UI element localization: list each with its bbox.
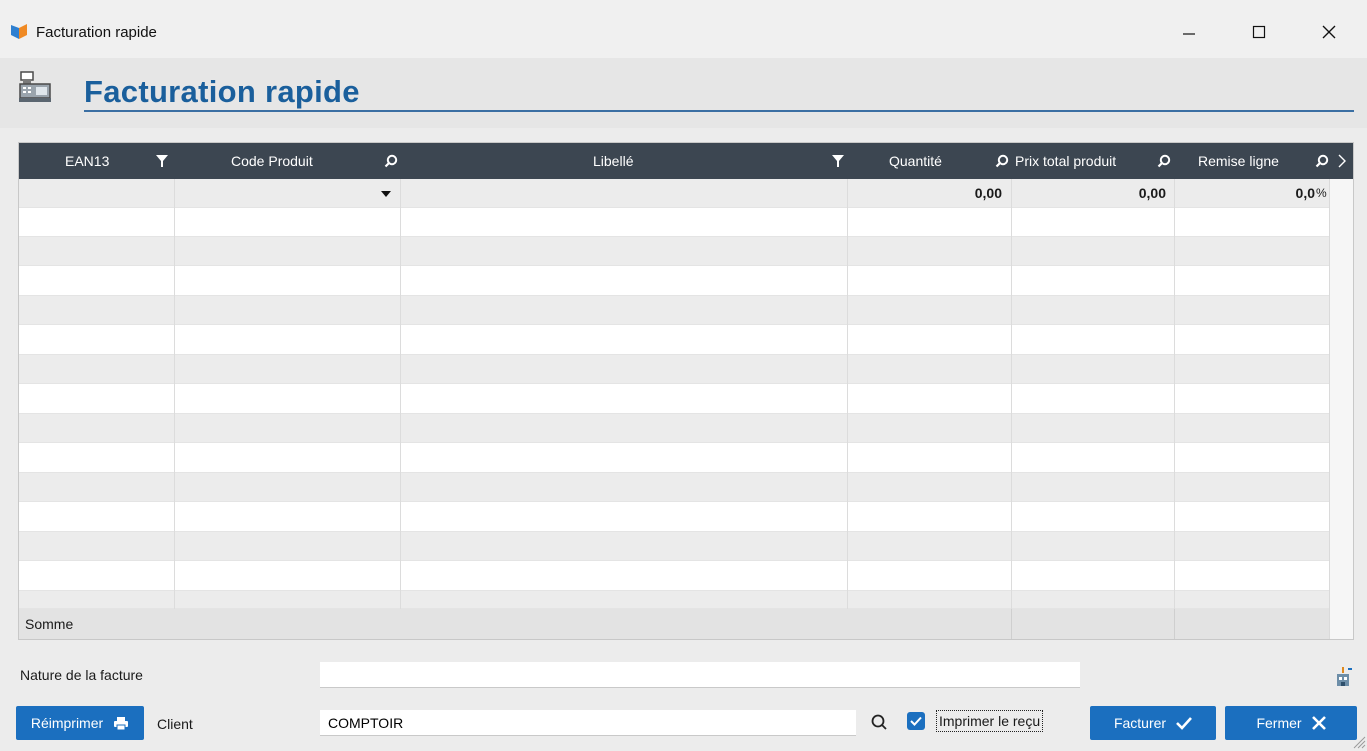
resize-grip-icon[interactable] (1350, 733, 1366, 749)
search-icon[interactable] (384, 154, 398, 168)
invoice-label: Facturer (1113, 715, 1167, 731)
dropdown-arrow-icon[interactable] (380, 190, 392, 198)
column-label: Prix total produit (1015, 153, 1117, 169)
search-icon[interactable] (870, 713, 888, 731)
table-row[interactable] (19, 208, 1329, 237)
window-titlebar: Facturation rapide (0, 0, 1367, 59)
total-remise-cell (1174, 609, 1330, 639)
column-header-remise-ligne[interactable]: Remise ligne (1174, 143, 1329, 179)
table-row[interactable] (19, 296, 1329, 325)
wizard-icon[interactable] (1331, 666, 1355, 688)
maximize-button[interactable] (1236, 16, 1282, 48)
print-receipt-label[interactable]: Imprimer le reçu (936, 710, 1044, 732)
page-header: Facturation rapide (0, 58, 1367, 128)
totals-label: Somme (25, 616, 74, 632)
table-row[interactable] (19, 237, 1329, 266)
nature-label: Nature de la facture (20, 667, 143, 683)
column-label: Libellé (593, 153, 634, 169)
total-prix-cell (1011, 609, 1175, 639)
column-header-quantite[interactable]: Quantité (847, 143, 1011, 179)
column-divider (400, 179, 401, 617)
close-icon (1322, 25, 1336, 39)
close-label: Fermer (1256, 715, 1302, 731)
nature-input[interactable] (320, 662, 1080, 688)
scroll-columns-right-icon[interactable] (1337, 154, 1347, 168)
column-header-prix-total[interactable]: Prix total produit (1011, 143, 1174, 179)
remise-unit: % (1316, 186, 1327, 200)
minimize-icon (1183, 33, 1195, 35)
invoice-button[interactable]: Facturer (1090, 706, 1216, 740)
vertical-scrollbar[interactable] (1329, 179, 1353, 639)
print-receipt-checkbox[interactable] (907, 712, 925, 730)
column-divider (847, 179, 848, 617)
table-row[interactable] (19, 503, 1329, 532)
column-divider (174, 179, 175, 617)
filter-icon[interactable] (831, 154, 845, 168)
close-button[interactable]: Fermer (1225, 706, 1357, 740)
checkmark-icon (910, 716, 922, 726)
search-icon[interactable] (995, 154, 1009, 168)
table-row[interactable] (19, 414, 1329, 443)
client-input[interactable] (320, 710, 856, 736)
table-row[interactable] (19, 267, 1329, 296)
app-logo-icon (11, 24, 27, 39)
table-row[interactable] (19, 591, 1329, 609)
table-row[interactable] (19, 444, 1329, 473)
invoice-lines-grid[interactable]: EAN13 Code Produit Libellé Quantité Prix… (18, 142, 1354, 640)
column-label: Quantité (889, 153, 942, 169)
table-row[interactable] (19, 473, 1329, 502)
column-divider (1174, 179, 1175, 617)
column-label: Remise ligne (1198, 153, 1279, 169)
totals-row: Somme (19, 609, 1329, 639)
close-window-button[interactable] (1306, 16, 1352, 48)
title-underline (84, 110, 1354, 112)
reprint-label: Réimprimer (30, 715, 104, 731)
column-divider (1011, 179, 1012, 617)
table-row[interactable] (19, 532, 1329, 561)
column-header-ean13[interactable]: EAN13 (19, 143, 174, 179)
check-icon (1176, 717, 1193, 730)
prix-total-cell[interactable]: 0,00 (1011, 179, 1166, 208)
column-label: Code Produit (231, 153, 313, 169)
remise-value-cell[interactable]: 0,0 (1174, 179, 1315, 208)
table-row[interactable] (19, 326, 1329, 355)
column-header-code-produit[interactable]: Code Produit (174, 143, 400, 179)
table-row[interactable] (19, 562, 1329, 591)
table-row[interactable] (19, 385, 1329, 414)
grid-header: EAN13 Code Produit Libellé Quantité Prix… (19, 143, 1353, 179)
minimize-button[interactable] (1166, 16, 1212, 48)
filter-icon[interactable] (155, 154, 169, 168)
reprint-button[interactable]: Réimprimer (16, 706, 144, 740)
client-label: Client (157, 716, 193, 732)
cash-register-icon (19, 71, 51, 102)
window-title: Facturation rapide (36, 24, 157, 41)
column-label: EAN13 (65, 153, 110, 169)
table-row[interactable] (19, 355, 1329, 384)
search-icon[interactable] (1315, 154, 1329, 168)
quantite-cell[interactable]: 0,00 (847, 179, 1002, 208)
search-icon[interactable] (1157, 154, 1171, 168)
close-icon (1311, 716, 1326, 730)
maximize-icon (1252, 25, 1266, 39)
table-row[interactable]: 0,00 0,00 0,0 % (19, 179, 1329, 208)
column-header-libelle[interactable]: Libellé (400, 143, 847, 179)
page-title: Facturation rapide (84, 74, 360, 109)
printer-icon (114, 716, 129, 730)
